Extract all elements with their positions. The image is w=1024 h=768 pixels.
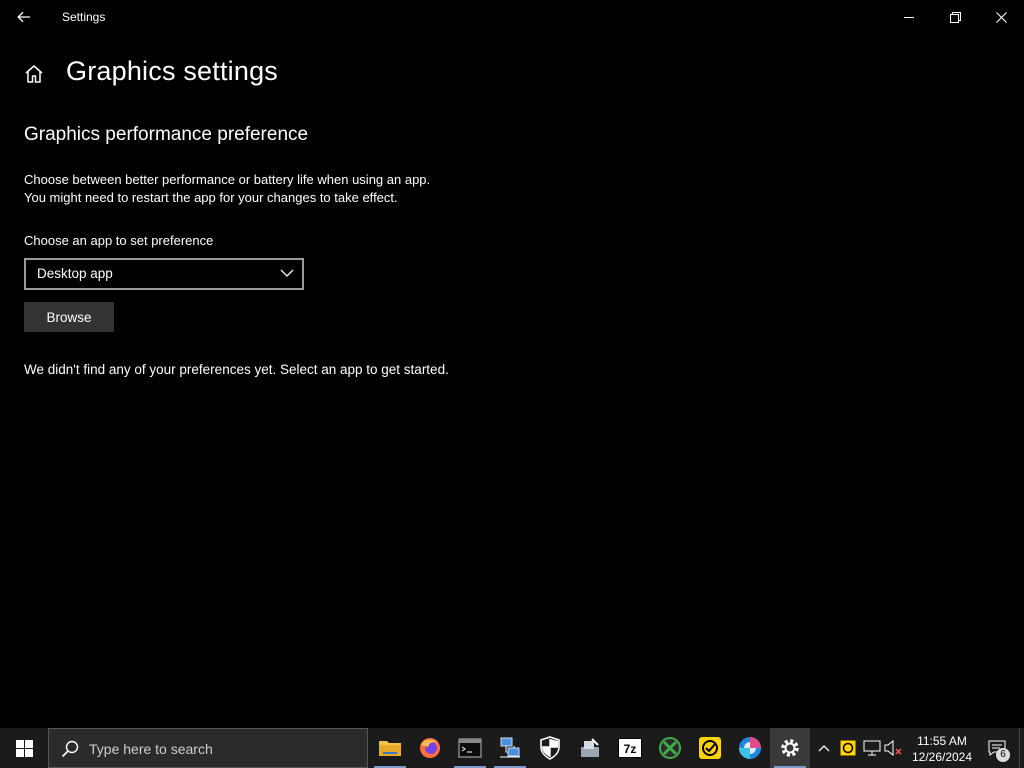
- file-explorer-icon: [379, 741, 401, 756]
- taskbar-app-firefox[interactable]: [410, 728, 450, 768]
- window-title: Settings: [62, 10, 106, 24]
- title-bar: Settings: [0, 0, 1024, 34]
- volume-muted-icon: [884, 740, 902, 756]
- taskbar-search-box[interactable]: Type here to search: [48, 728, 368, 768]
- settings-gear-icon: [781, 739, 799, 757]
- close-button[interactable]: [978, 0, 1024, 34]
- svg-text:7z: 7z: [624, 742, 637, 756]
- dropdown-selected-value: Desktop app: [37, 266, 113, 281]
- norton-tray-icon: [840, 740, 856, 756]
- dropdown-label: Choose an app to set preference: [24, 233, 214, 248]
- search-placeholder: Type here to search: [89, 741, 213, 757]
- clock-time[interactable]: 11:55 AM: [912, 734, 972, 748]
- app-type-dropdown[interactable]: Desktop app: [24, 258, 304, 290]
- tray-network[interactable]: [862, 738, 882, 758]
- chevron-up-icon: [818, 745, 830, 752]
- settings-window: Settings Graphics settings Graphics perf…: [0, 0, 1024, 728]
- back-arrow-icon: [17, 11, 30, 23]
- taskbar-app-security[interactable]: [530, 728, 570, 768]
- norton-icon: [699, 737, 721, 759]
- taskbar-app-terminal[interactable]: [450, 728, 490, 768]
- restore-icon: [949, 11, 961, 23]
- xbox-icon: [659, 737, 681, 759]
- 7zip-icon: 7z: [618, 738, 642, 758]
- notification-count-badge: 6: [996, 748, 1010, 762]
- search-icon: [61, 740, 79, 758]
- tray-volume[interactable]: [884, 738, 904, 758]
- action-center-button[interactable]: 6: [980, 728, 1014, 768]
- taskbar-app-xbox[interactable]: [650, 728, 690, 768]
- empty-preferences-message: We didn't find any of your preferences y…: [24, 362, 449, 377]
- security-shield-icon: [540, 736, 560, 760]
- section-title: Graphics performance preference: [24, 124, 309, 145]
- browse-button[interactable]: Browse: [24, 302, 114, 332]
- windows-logo-icon: [15, 739, 33, 757]
- back-button[interactable]: [10, 4, 38, 30]
- terminal-icon: [458, 738, 482, 758]
- photos-icon: [739, 737, 761, 759]
- taskbar-app-photos[interactable]: [730, 728, 770, 768]
- start-button[interactable]: [0, 728, 48, 768]
- clock-date[interactable]: 12/26/2024: [906, 750, 978, 764]
- show-desktop-button[interactable]: [1019, 728, 1024, 768]
- network-monitor-icon: [863, 740, 881, 756]
- taskbar-app-settings[interactable]: [770, 728, 810, 768]
- taskbar-app-installer[interactable]: [570, 728, 610, 768]
- taskbar-app-7zip[interactable]: 7z: [610, 728, 650, 768]
- minimize-icon: [904, 17, 914, 18]
- taskbar-app-network[interactable]: [490, 728, 530, 768]
- network-icon: [500, 737, 520, 758]
- close-icon: [995, 11, 1007, 23]
- description-text-2: You might need to restart the app for yo…: [24, 190, 398, 205]
- home-icon[interactable]: [22, 62, 46, 86]
- minimize-button[interactable]: [886, 0, 932, 34]
- firefox-icon: [420, 738, 440, 758]
- description-text: Choose between better performance or bat…: [24, 172, 431, 187]
- tray-norton[interactable]: [838, 738, 858, 758]
- installer-icon: [581, 738, 599, 757]
- page-title: Graphics settings: [66, 56, 278, 86]
- restore-button[interactable]: [932, 0, 978, 34]
- taskbar: Type here to search 7z 11:55 AM 12/26/20…: [0, 728, 1024, 768]
- taskbar-app-norton[interactable]: [690, 728, 730, 768]
- show-hidden-icons-button[interactable]: [814, 738, 834, 758]
- taskbar-app-file-explorer[interactable]: [370, 728, 410, 768]
- chevron-down-icon: [280, 269, 294, 277]
